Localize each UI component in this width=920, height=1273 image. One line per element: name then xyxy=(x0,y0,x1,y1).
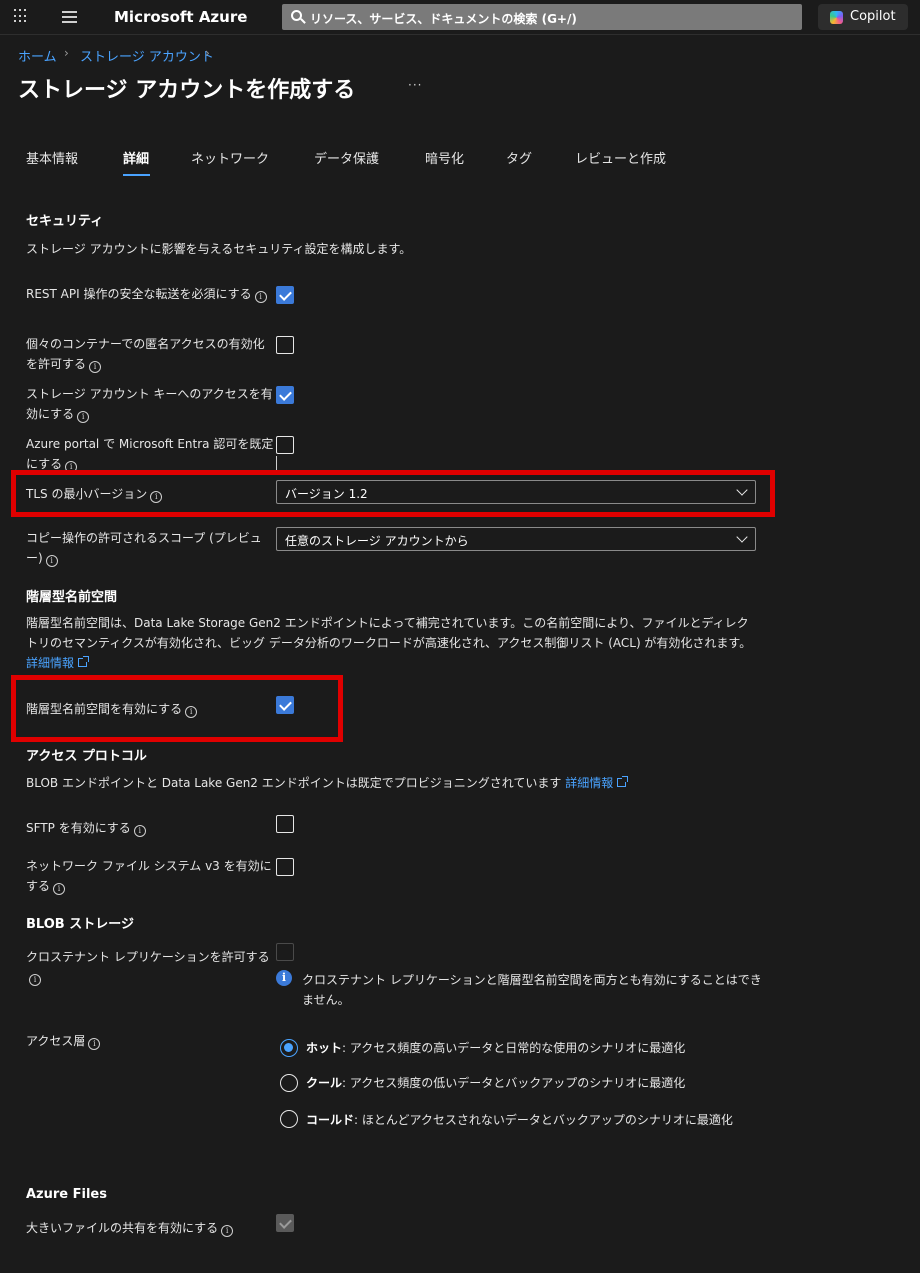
protocols-heading: アクセス プロトコル xyxy=(26,749,147,764)
access-tier-cool-radio[interactable] xyxy=(280,1074,298,1092)
search-placeholder: リソース、サービス、ドキュメントの検索 (G+/) xyxy=(310,12,577,26)
security-description: ストレージ アカウントに影響を与えるセキュリティ設定を構成します。 xyxy=(26,242,412,256)
info-icon[interactable]: i xyxy=(89,361,102,373)
cross-tenant-checkbox[interactable] xyxy=(276,943,294,961)
info-icon[interactable]: i xyxy=(221,1225,234,1237)
info-icon[interactable]: i xyxy=(29,974,41,986)
info-icon[interactable]: i xyxy=(185,706,198,718)
tab-networking[interactable]: ネットワーク xyxy=(191,148,269,167)
external-link-icon xyxy=(617,776,629,787)
info-icon[interactable]: i xyxy=(150,491,163,503)
tab-review-create[interactable]: レビューと作成 xyxy=(575,148,666,167)
key-access-label: ストレージ アカウント キーへのアクセスを有効にする i xyxy=(26,387,273,423)
copy-scope-select[interactable]: 任意のストレージ アカウントから xyxy=(276,527,756,551)
more-options-icon[interactable]: ··· xyxy=(408,78,422,92)
search-icon xyxy=(291,10,302,21)
info-icon[interactable]: i xyxy=(53,883,66,895)
hns-description: 階層型名前空間は、Data Lake Storage Gen2 エンドポイントに… xyxy=(26,616,752,670)
sftp-checkbox[interactable] xyxy=(276,815,294,833)
key-access-checkbox[interactable] xyxy=(276,386,294,404)
tab-encryption[interactable]: 暗号化 xyxy=(425,148,464,167)
portal-menu-icon[interactable] xyxy=(62,11,77,23)
info-icon[interactable]: i xyxy=(88,1038,101,1050)
hns-enable-label: 階層型名前空間を有効にする i xyxy=(26,699,276,719)
access-tier-label: アクセス層 i xyxy=(26,1031,276,1051)
divider xyxy=(276,456,277,470)
active-tab-indicator xyxy=(123,174,150,176)
anonymous-access-checkbox[interactable] xyxy=(276,336,294,354)
copy-scope-label: コピー操作の許可されるスコープ (プレビュー) i xyxy=(26,531,262,567)
large-shares-checkbox[interactable] xyxy=(276,1214,294,1232)
hns-enable-checkbox[interactable] xyxy=(276,696,294,714)
info-icon[interactable]: i xyxy=(45,555,58,567)
tls-version-value: バージョン 1.2 xyxy=(285,487,368,501)
entra-default-label: Azure portal で Microsoft Entra 認可を既定にする i xyxy=(26,437,274,472)
hns-learn-more-link[interactable]: 詳細情報 xyxy=(26,656,74,670)
copilot-icon xyxy=(830,11,843,24)
tls-label: TLS の最小バージョン i xyxy=(26,484,276,504)
chevron-right-icon: › xyxy=(64,46,69,60)
access-tier-cold-label[interactable]: コールド: ほとんどアクセスされないデータとバックアップのシナリオに最適化 xyxy=(280,1110,750,1130)
breadcrumb-storage-accounts[interactable]: ストレージ アカウント xyxy=(80,46,214,65)
tab-basics[interactable]: 基本情報 xyxy=(26,148,78,167)
tls-version-select[interactable]: バージョン 1.2 xyxy=(276,480,756,504)
info-filled-icon: i xyxy=(276,970,292,986)
nfs-checkbox[interactable] xyxy=(276,858,294,876)
page-title: ストレージ アカウントを作成する xyxy=(18,78,356,103)
app-launcher-icon[interactable] xyxy=(14,9,28,23)
info-icon[interactable]: i xyxy=(254,291,267,303)
files-heading: Azure Files xyxy=(26,1187,107,1202)
secure-transfer-label: REST API 操作の安全な転送を必須にする i xyxy=(26,284,276,304)
cross-tenant-label: クロステナント レプリケーションを許可するi xyxy=(26,950,270,986)
copy-scope-value: 任意のストレージ アカウントから xyxy=(285,534,469,548)
security-heading: セキュリティ xyxy=(26,214,104,229)
chevron-down-icon xyxy=(736,484,748,496)
global-search-input[interactable]: リソース、サービス、ドキュメントの検索 (G+/) xyxy=(282,4,802,30)
access-tier-cool-label[interactable]: クール: アクセス頻度の低いデータとバックアップのシナリオに最適化 xyxy=(306,1073,685,1093)
info-icon[interactable]: i xyxy=(133,825,146,837)
hns-heading: 階層型名前空間 xyxy=(26,590,118,605)
anonymous-access-label: 個々のコンテナーでの匿名アクセスの有効化を許可する i xyxy=(26,337,265,373)
large-shares-label: 大きいファイルの共有を有効にする i xyxy=(26,1218,276,1238)
tab-data-protection[interactable]: データ保護 xyxy=(314,148,379,167)
breadcrumb-home[interactable]: ホーム xyxy=(18,46,57,65)
copilot-button[interactable]: Copilot xyxy=(818,4,908,30)
access-tier-hot-radio[interactable] xyxy=(280,1039,298,1057)
protocols-description: BLOB エンドポイントと Data Lake Gen2 エンドポイントは既定で… xyxy=(26,773,896,793)
chevron-down-icon xyxy=(736,531,748,543)
blob-heading: BLOB ストレージ xyxy=(26,917,134,932)
protocols-learn-more-link[interactable]: 詳細情報 xyxy=(565,776,613,790)
tab-tags[interactable]: タグ xyxy=(506,148,532,167)
access-tier-hot-label[interactable]: ホット: アクセス頻度の高いデータと日常的な使用のシナリオに最適化 xyxy=(306,1038,685,1058)
info-icon[interactable]: i xyxy=(77,411,90,423)
nfs-label: ネットワーク ファイル システム v3 を有効にする i xyxy=(26,859,272,895)
entra-default-checkbox[interactable] xyxy=(276,436,294,454)
tab-advanced[interactable]: 詳細 xyxy=(123,148,149,167)
external-link-icon xyxy=(78,656,90,667)
copilot-label: Copilot xyxy=(850,9,896,24)
brand-title[interactable]: Microsoft Azure xyxy=(114,8,247,26)
sftp-label: SFTP を有効にする i xyxy=(26,818,276,838)
top-bar: Microsoft Azure リソース、サービス、ドキュメントの検索 (G+/… xyxy=(0,0,920,35)
cross-tenant-note: クロステナント レプリケーションと階層型名前空間を両方とも有効にすることはできま… xyxy=(302,973,762,1007)
chevron-right-icon: › xyxy=(205,46,210,60)
secure-transfer-checkbox[interactable] xyxy=(276,286,294,304)
